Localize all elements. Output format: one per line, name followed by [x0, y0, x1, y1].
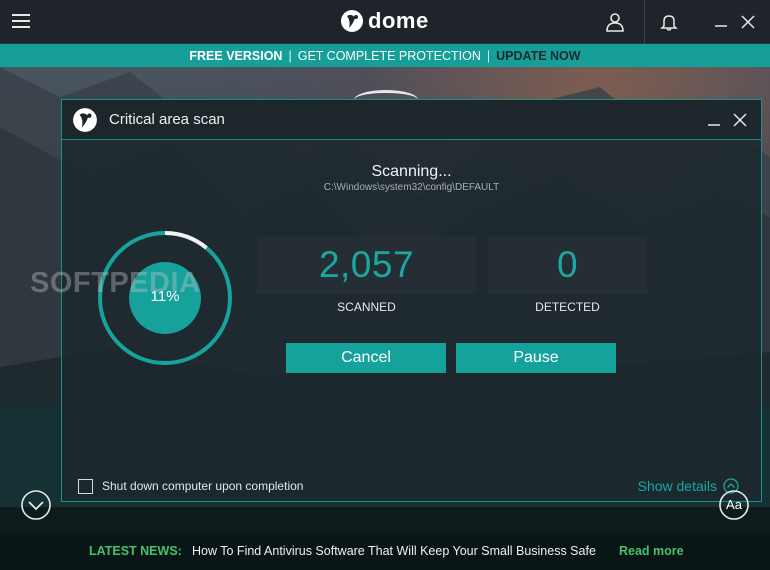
free-version-label: FREE VERSION — [189, 48, 283, 63]
close-icon[interactable] — [734, 8, 762, 36]
chevron-down-icon[interactable] — [20, 489, 52, 521]
show-details-label: Show details — [637, 478, 717, 494]
current-file-path: C:\Windows\system32\config\DEFAULT — [323, 182, 500, 193]
promo-separator: | — [288, 48, 292, 63]
dome-app-window: dome FREE VERSION | GET COMPLETE PROTECT… — [0, 0, 770, 570]
progress-ring-arc — [164, 231, 208, 250]
detected-count: 0 — [556, 244, 579, 285]
app-logo: dome — [340, 8, 429, 34]
titlebar-divider — [644, 0, 645, 44]
bell-icon[interactable] — [655, 8, 683, 36]
panda-logo-icon — [73, 108, 97, 132]
pause-button[interactable]: Pause — [456, 343, 616, 373]
watermark: SOFTPEDIA — [30, 267, 201, 299]
update-now-link[interactable]: UPDATE NOW — [496, 49, 581, 63]
panda-logo-icon — [341, 10, 363, 32]
promo-separator-2: | — [486, 48, 491, 63]
font-size-label: Aa — [726, 497, 742, 512]
title-bar: dome — [0, 0, 770, 44]
hamburger-icon[interactable] — [12, 14, 30, 28]
detected-label: DETECTED — [535, 300, 600, 314]
dialog-header: Critical area scan — [62, 100, 761, 140]
news-label: LATEST NEWS: — [89, 544, 182, 558]
news-bar: LATEST NEWS: How To Find Antivirus Softw… — [0, 533, 770, 570]
scan-status-text: Scanning... — [371, 163, 452, 180]
promo-banner: FREE VERSION | GET COMPLETE PROTECTION |… — [0, 44, 770, 67]
detected-box: 0 — [488, 236, 647, 294]
cancel-button[interactable]: Cancel — [286, 343, 446, 373]
scanned-box: 2,057 — [257, 236, 476, 294]
read-more-link[interactable]: Read more — [619, 544, 684, 558]
shutdown-checkbox[interactable] — [78, 479, 93, 494]
critical-scan-dialog: Critical area scan Scanning... C:\Window… — [61, 99, 762, 502]
dialog-minimize-icon[interactable] — [704, 110, 724, 130]
news-headline[interactable]: How To Find Antivirus Software That Will… — [192, 544, 596, 558]
dialog-close-icon[interactable] — [730, 110, 750, 130]
dialog-title: Critical area scan — [109, 111, 225, 128]
font-size-icon[interactable]: Aa — [718, 489, 750, 521]
brand-name: dome — [368, 8, 429, 33]
shutdown-label: Shut down computer upon completion — [102, 479, 304, 493]
minimize-icon[interactable] — [707, 8, 735, 36]
scanned-count: 2,057 — [318, 244, 415, 285]
scanned-label: SCANNED — [337, 300, 396, 314]
user-icon[interactable] — [601, 8, 629, 36]
get-protection-link[interactable]: GET COMPLETE PROTECTION — [298, 49, 481, 63]
